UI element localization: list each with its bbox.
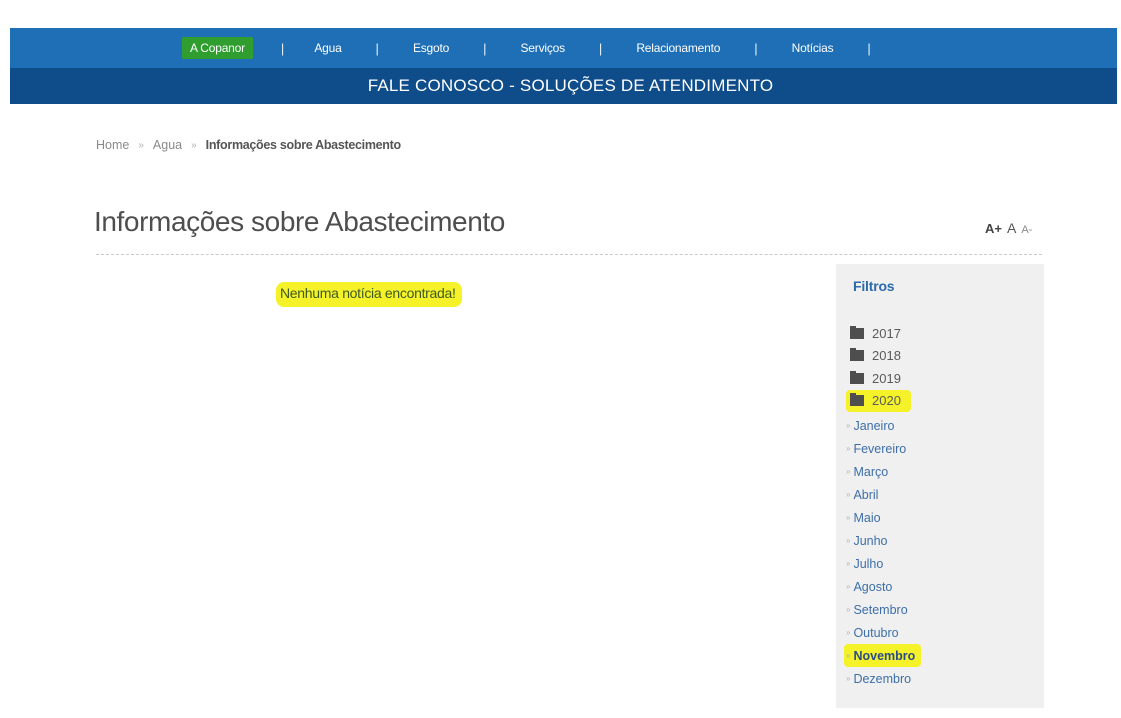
month-item-agosto[interactable]: » Agosto	[846, 575, 921, 598]
month-bullet: »	[846, 582, 851, 591]
font-decrease-button[interactable]: A-	[1021, 224, 1032, 236]
breadcrumb-separator: »	[191, 139, 197, 151]
folder-icon	[850, 393, 864, 407]
month-item-maio[interactable]: » Maio	[846, 506, 921, 529]
month-bullet: »	[846, 467, 851, 476]
nav-item-relacionamento[interactable]: Relacionamento	[636, 41, 720, 55]
nav-separator: |	[867, 40, 871, 56]
month-item-junho[interactable]: » Junho	[846, 529, 921, 552]
breadcrumb-agua-link[interactable]: Agua	[153, 138, 182, 152]
nav-separator: |	[375, 40, 379, 56]
year-item-2020[interactable]: 2020	[846, 389, 911, 412]
breadcrumb-current: Informações sobre Abastecimento	[205, 138, 401, 152]
filters-sidebar: Filtros 2017 2018 2019 2020 » Janeiro » Fe…	[836, 264, 1044, 708]
nav-item-noticias[interactable]: Notícias	[792, 41, 834, 55]
year-list: 2017 2018 2019 2020	[846, 322, 911, 412]
month-label: Junho	[853, 533, 888, 548]
font-increase-button[interactable]: A+	[985, 221, 1002, 236]
nav-item-agua[interactable]: Agua	[314, 41, 341, 55]
folder-icon	[850, 348, 864, 362]
month-label: Fevereiro	[853, 441, 907, 456]
year-label: 2019	[872, 370, 901, 386]
month-item-julho[interactable]: » Julho	[846, 552, 921, 575]
month-item-dezembro[interactable]: » Dezembro	[846, 667, 921, 690]
nav-separator: |	[280, 40, 285, 56]
month-item-fevereiro[interactable]: » Fevereiro	[846, 437, 921, 460]
month-item-janeiro[interactable]: » Janeiro	[846, 414, 921, 437]
month-item-abril[interactable]: » Abril	[846, 483, 921, 506]
banner-text: FALE CONOSCO - SOLUÇÕES DE ATENDIMENTO	[367, 76, 774, 95]
month-item-outubro[interactable]: » Outubro	[846, 621, 921, 644]
month-label: Maio	[853, 510, 881, 525]
year-item-2018[interactable]: 2018	[850, 345, 911, 368]
month-bullet: »	[846, 490, 851, 499]
month-label: Novembro	[853, 648, 916, 663]
month-label: Dezembro	[853, 671, 912, 686]
month-bullet: »	[846, 421, 851, 430]
month-item-marco[interactable]: » Março	[846, 460, 921, 483]
month-bullet: »	[846, 559, 851, 568]
month-label: Setembro	[853, 602, 908, 617]
month-bullet: »	[846, 605, 851, 614]
month-bullet: »	[846, 444, 851, 453]
month-bullet: »	[846, 651, 851, 660]
year-item-2017[interactable]: 2017	[850, 322, 911, 345]
month-label: Julho	[853, 556, 884, 571]
month-bullet: »	[846, 628, 851, 637]
month-label: Agosto	[853, 579, 893, 594]
breadcrumb-home-link[interactable]: Home	[96, 138, 129, 152]
month-label: Abril	[853, 487, 879, 502]
breadcrumb-separator: »	[138, 139, 144, 151]
month-list: » Janeiro » Fevereiro » Março » Abril » Maio …	[844, 414, 922, 690]
nav-item-a-copanor[interactable]: A Copanor	[182, 37, 253, 59]
year-label: 2020	[872, 393, 901, 409]
top-strip	[0, 0, 1121, 28]
year-item-2019[interactable]: 2019	[850, 367, 911, 390]
page-title: Informações sobre Abastecimento	[94, 206, 505, 237]
nav-item-esgoto[interactable]: Esgoto	[413, 41, 449, 55]
contact-banner[interactable]: FALE CONOSCO - SOLUÇÕES DE ATENDIMENTO	[10, 68, 1117, 104]
month-label: Outubro	[853, 625, 899, 640]
font-size-tools: A+ A A-	[985, 220, 1032, 236]
year-label: 2018	[872, 348, 901, 364]
breadcrumb: Home » Agua » Informações sobre Abasteci…	[96, 138, 401, 152]
month-label: Janeiro	[853, 418, 895, 433]
empty-results-message: Nenhuma notícia encontrada!	[276, 282, 462, 307]
folder-icon	[850, 325, 864, 339]
nav-separator: |	[483, 40, 487, 56]
nav-separator: |	[754, 40, 758, 56]
month-item-setembro[interactable]: » Setembro	[846, 598, 921, 621]
font-normal-button[interactable]: A	[1007, 220, 1016, 236]
nav-separator: |	[598, 40, 603, 56]
month-bullet: »	[846, 536, 851, 545]
month-label: Março	[853, 464, 889, 479]
month-bullet: »	[846, 674, 851, 683]
title-divider	[96, 254, 1042, 255]
year-label: 2017	[872, 325, 901, 341]
month-bullet: »	[846, 513, 851, 522]
nav-item-servicos[interactable]: Serviços	[521, 41, 566, 55]
main-nav: A Copanor | Agua | Esgoto | Serviços | R…	[10, 28, 1117, 68]
folder-icon	[850, 370, 864, 384]
month-item-novembro[interactable]: » Novembro	[844, 644, 922, 667]
filters-title: Filtros	[853, 278, 895, 294]
